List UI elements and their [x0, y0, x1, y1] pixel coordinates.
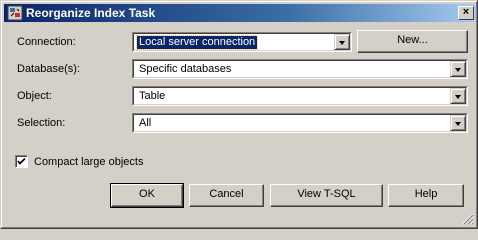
compact-large-objects-checkbox[interactable]: [15, 155, 28, 168]
cancel-label: Cancel: [209, 188, 244, 200]
view-tsql-label: View T-SQL: [297, 188, 356, 200]
chevron-down-icon[interactable]: [450, 61, 466, 77]
title-bar[interactable]: Reorganize Index Task ×: [4, 4, 476, 22]
object-label: Object:: [17, 90, 52, 102]
close-button[interactable]: ×: [458, 6, 474, 20]
help-button[interactable]: Help: [388, 184, 464, 207]
selection-dropdown[interactable]: All: [132, 113, 468, 133]
object-value: Table: [139, 90, 166, 102]
connection-value: Local server connection: [135, 35, 259, 50]
dialog-window: Reorganize Index Task × Connection: Loca…: [0, 0, 478, 229]
connection-dropdown[interactable]: Local server connection: [132, 32, 352, 52]
database-dropdown[interactable]: Specific databases: [132, 59, 468, 79]
new-connection-label: New...: [397, 34, 428, 46]
compact-large-objects-label: Compact large objects: [34, 156, 144, 168]
chevron-down-icon[interactable]: [450, 88, 466, 104]
checkmark-icon: [17, 157, 26, 165]
chevron-down-icon[interactable]: [334, 34, 350, 50]
window-title: Reorganize Index Task: [26, 6, 156, 20]
database-label: Database(s):: [17, 63, 80, 75]
selection-value: All: [139, 117, 152, 129]
ok-button[interactable]: OK: [110, 183, 184, 208]
resize-grip-icon[interactable]: [462, 213, 474, 225]
task-icon: [7, 5, 23, 21]
close-icon: ×: [462, 6, 470, 18]
database-value: Specific databases: [139, 63, 232, 75]
chevron-down-icon[interactable]: [450, 115, 466, 131]
connection-label: Connection:: [17, 36, 76, 48]
object-dropdown[interactable]: Table: [132, 86, 468, 106]
new-connection-button[interactable]: New...: [357, 30, 468, 53]
ok-label: OK: [139, 188, 155, 200]
selection-label: Selection:: [17, 117, 66, 129]
view-tsql-button[interactable]: View T-SQL: [270, 184, 383, 207]
help-label: Help: [414, 188, 438, 200]
cancel-button[interactable]: Cancel: [189, 184, 264, 207]
